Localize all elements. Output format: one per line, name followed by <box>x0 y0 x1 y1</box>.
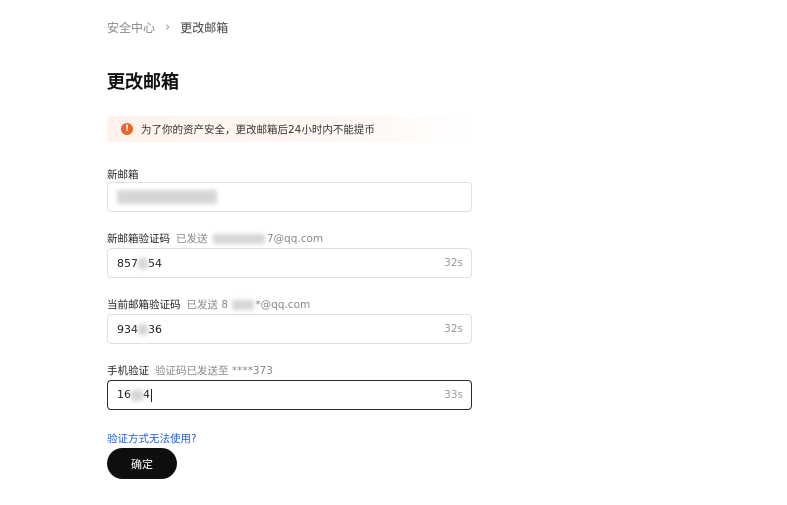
phone-code-value: 16 4 <box>117 388 152 402</box>
breadcrumb-current: 更改邮箱 <box>180 21 229 35</box>
phone-code-input[interactable]: 16 4 33s <box>107 380 472 410</box>
breadcrumb: 安全中心 › 更改邮箱 <box>107 19 228 36</box>
page-title: 更改邮箱 <box>107 72 179 93</box>
confirm-button[interactable]: 确定 <box>107 448 177 479</box>
breadcrumb-separator-icon: › <box>165 20 171 35</box>
phone-code-label: 手机验证 验证码已发送至 ****373 <box>107 365 273 377</box>
current-email-code-label: 当前邮箱验证码 已发送 8 *@qq.com <box>107 299 311 311</box>
new-email-code-hint: 已发送 7@qq.com <box>176 233 324 245</box>
verification-unavailable-link[interactable]: 验证方式无法使用? <box>107 431 197 446</box>
text-cursor <box>151 388 152 402</box>
alert-icon: ! <box>121 123 133 135</box>
new-email-value <box>117 190 217 204</box>
current-email-code-countdown: 32s <box>444 323 463 335</box>
new-email-code-label: 新邮箱验证码 已发送 7@qq.com <box>107 233 324 245</box>
phone-code-hint: 验证码已发送至 ****373 <box>155 365 273 377</box>
redacted-email <box>117 190 217 204</box>
security-notice: ! 为了你的资产安全，更改邮箱后24小时内不能提币 <box>107 116 472 142</box>
notice-text: 为了你的资产安全，更改邮箱后24小时内不能提币 <box>141 123 375 136</box>
new-email-code-value: 857 54 <box>117 256 162 270</box>
breadcrumb-security-center[interactable]: 安全中心 <box>107 19 155 36</box>
new-email-code-countdown: 32s <box>444 257 463 269</box>
new-email-label: 新邮箱 <box>107 169 139 181</box>
current-email-code-input[interactable]: 934 36 32s <box>107 314 472 344</box>
current-email-code-hint: 已发送 8 *@qq.com <box>186 299 311 311</box>
current-email-code-value: 934 36 <box>117 322 162 336</box>
phone-code-countdown: 33s <box>444 389 463 401</box>
new-email-field[interactable] <box>107 182 472 212</box>
new-email-code-input[interactable]: 857 54 32s <box>107 248 472 278</box>
